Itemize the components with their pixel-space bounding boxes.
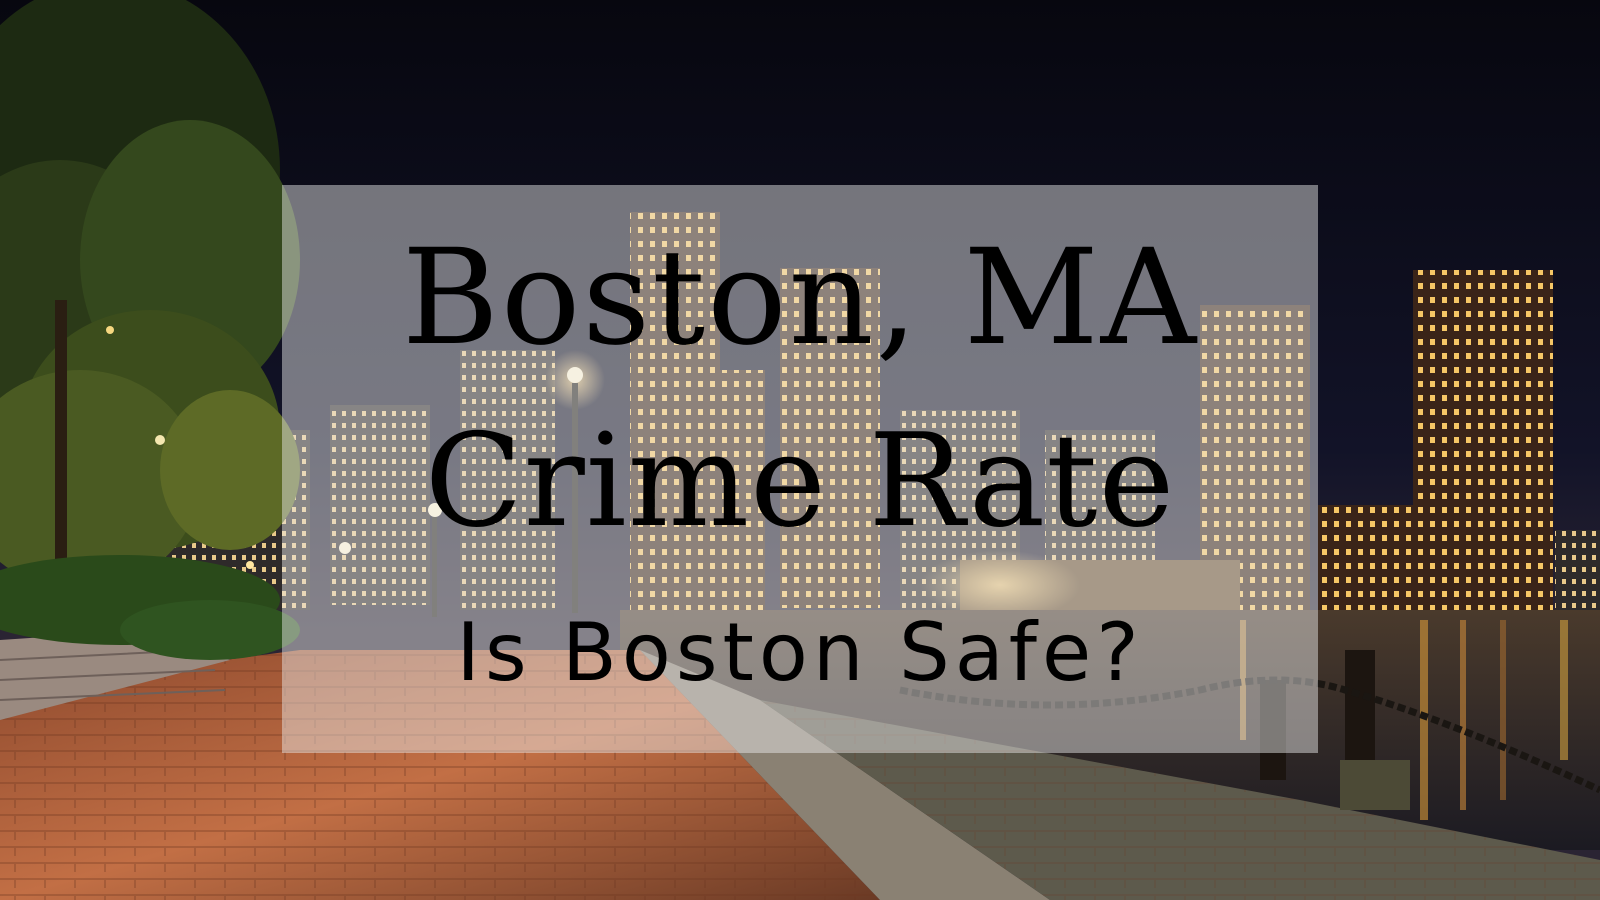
headline-line-1: Boston, MA [401,221,1199,375]
title-overlay-panel: Boston, MA Crime Rate Is Boston Safe? [282,185,1318,753]
subheadline: Is Boston Safe? [456,606,1144,699]
headline-line-2: Crime Rate [424,407,1176,556]
